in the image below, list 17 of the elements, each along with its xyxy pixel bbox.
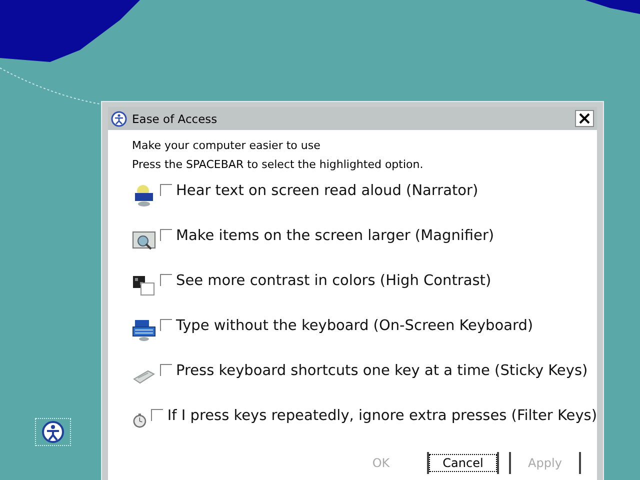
contrast-icon bbox=[132, 273, 156, 297]
option-label[interactable]: If I press keys repeatedly, ignore extra presses (Filter Keys) bbox=[167, 408, 597, 424]
option-label[interactable]: Hear text on screen read aloud (Narrator) bbox=[176, 183, 478, 199]
accessibility-icon bbox=[111, 110, 127, 126]
option-label[interactable]: Press keyboard shortcuts one key at a time (Sticky Keys) bbox=[176, 363, 588, 379]
close-icon bbox=[579, 113, 590, 124]
keyboard-icon bbox=[132, 318, 156, 342]
option-label[interactable]: Type without the keyboard (On-Screen Keyboard) bbox=[176, 318, 534, 334]
instruction-text: Press the SPACEBAR to select the highlighted option. bbox=[132, 158, 424, 171]
dialog-button[interactable]: Cancel bbox=[427, 452, 499, 474]
narrator-icon bbox=[132, 183, 156, 207]
option-label[interactable]: Make items on the screen larger (Magnifier) bbox=[176, 228, 494, 244]
window-title: Ease of Access bbox=[132, 112, 218, 126]
option-label[interactable]: See more contrast in colors (High Contrast) bbox=[176, 273, 492, 289]
instruction-text: Make your computer easier to use bbox=[132, 139, 322, 152]
close-button[interactable] bbox=[575, 110, 594, 127]
accessibility-icon[interactable] bbox=[35, 418, 71, 446]
